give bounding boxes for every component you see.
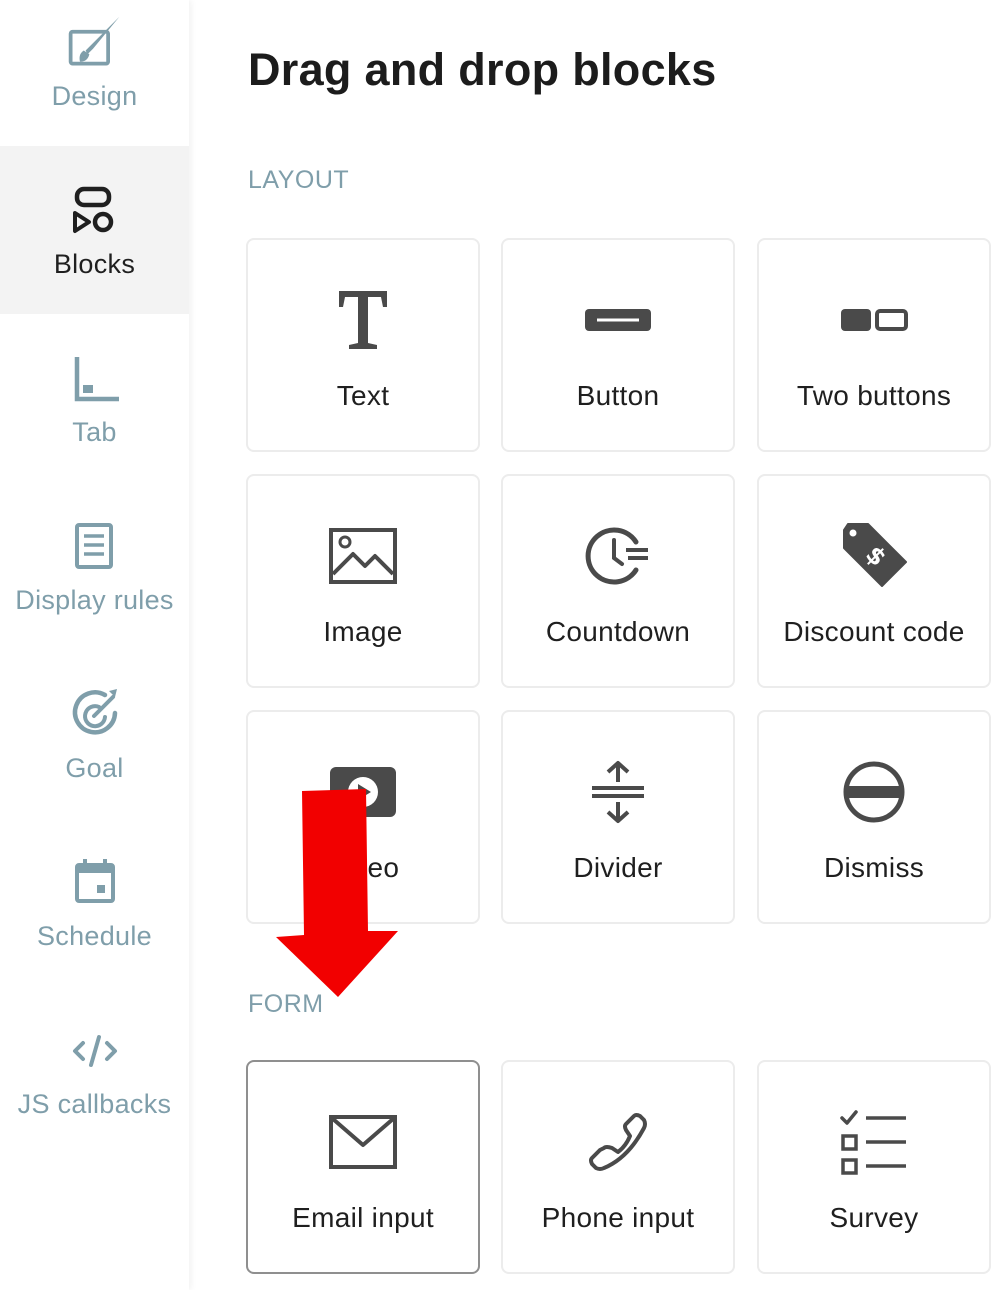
- tab-icon: [65, 349, 125, 409]
- divider-icon: [503, 756, 733, 828]
- sidebar-item-label: Goal: [65, 752, 124, 783]
- design-icon: [65, 13, 125, 73]
- sidebar-item-label: Tab: [72, 416, 117, 447]
- block-divider[interactable]: Divider: [501, 710, 735, 924]
- survey-list-icon: [759, 1106, 989, 1178]
- display-rules-icon: [65, 517, 125, 577]
- page-title: Drag and drop blocks: [248, 44, 717, 95]
- block-label: Countdown: [545, 616, 691, 647]
- block-survey[interactable]: Survey: [757, 1060, 991, 1274]
- sidebar-item-label: Display rules: [15, 584, 174, 615]
- block-discount-code[interactable]: $ Discount code: [757, 474, 991, 688]
- phone-icon: [503, 1106, 733, 1178]
- block-label: Divider: [573, 852, 663, 883]
- sidebar-item-design[interactable]: Design: [0, 0, 189, 146]
- block-label: Email input: [292, 1202, 434, 1233]
- sidebar-item-schedule[interactable]: Schedule: [0, 818, 189, 986]
- dismiss-icon: [759, 756, 989, 828]
- block-button[interactable]: Button: [501, 238, 735, 452]
- sidebar-item-label: Design: [51, 80, 138, 111]
- block-label: Dismiss: [823, 852, 925, 883]
- sidebar-item-label: JS callbacks: [17, 1088, 172, 1119]
- sidebar-item-blocks[interactable]: Blocks: [0, 146, 189, 314]
- blocks-icon: [65, 181, 125, 241]
- sidebar-item-goal[interactable]: Goal: [0, 650, 189, 818]
- text-icon: [248, 284, 478, 356]
- calendar-icon: [65, 853, 125, 913]
- block-label: Image: [323, 616, 403, 647]
- block-label: Discount code: [783, 616, 965, 647]
- sidebar: Design Blocks Tab Display rules Goal Sch…: [0, 0, 189, 1290]
- section-title-layout: LAYOUT: [248, 166, 350, 194]
- block-dismiss[interactable]: Dismiss: [757, 710, 991, 924]
- block-two-buttons[interactable]: Two buttons: [757, 238, 991, 452]
- block-label: Two buttons: [796, 380, 952, 411]
- sidebar-item-label: Schedule: [37, 920, 152, 951]
- block-image[interactable]: Image: [246, 474, 480, 688]
- sidebar-item-js-callbacks[interactable]: JS callbacks: [0, 986, 189, 1154]
- goal-icon: [65, 685, 125, 745]
- code-icon: [65, 1021, 125, 1081]
- block-phone-input[interactable]: Phone input: [501, 1060, 735, 1274]
- block-email-input[interactable]: Email input: [246, 1060, 480, 1274]
- red-down-arrow-icon: [270, 785, 410, 1010]
- countdown-icon: [503, 520, 733, 592]
- envelope-icon: [248, 1106, 478, 1178]
- block-label: Survey: [829, 1202, 919, 1233]
- sidebar-item-display-rules[interactable]: Display rules: [0, 482, 189, 650]
- sidebar-item-label: Blocks: [53, 248, 136, 279]
- two-buttons-icon: [759, 284, 989, 356]
- block-label: Phone input: [541, 1202, 695, 1233]
- discount-tag-icon: $: [759, 520, 989, 592]
- block-text[interactable]: Text: [246, 238, 480, 452]
- button-icon: [503, 284, 733, 356]
- block-label: Button: [576, 380, 660, 411]
- sidebar-item-tab[interactable]: Tab: [0, 314, 189, 482]
- block-countdown[interactable]: Countdown: [501, 474, 735, 688]
- block-label: Text: [336, 380, 390, 411]
- image-icon: [248, 520, 478, 592]
